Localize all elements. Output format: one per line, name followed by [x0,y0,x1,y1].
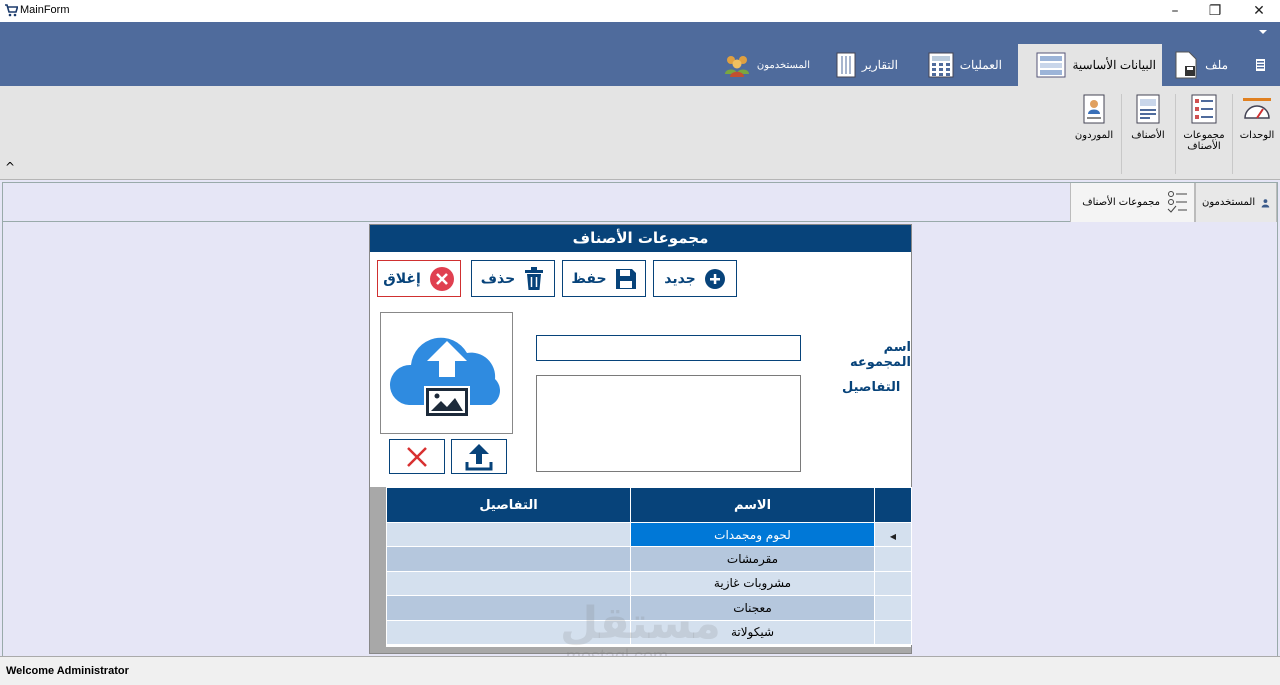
table-row[interactable]: شيكولاتة [386,619,912,645]
row-pointer-icon: ◀ [889,531,897,541]
restore-button[interactable]: ❐ [1192,0,1238,22]
cell-details[interactable] [386,619,631,645]
doc-tab-users[interactable]: المستخدمون [1195,183,1277,222]
basic-data-icon [1036,52,1066,78]
trash-icon [525,266,544,290]
app-menu-icon [1256,59,1265,71]
units-label: الوحدات [1239,130,1275,141]
details-textarea[interactable] [536,375,801,472]
table-row[interactable]: لحوم ومجمدات ◀ [386,521,912,548]
status-text: Welcome Administrator [6,665,129,677]
ribbon-panel: الوحدات مجموعات الأصناف الأصناف الموردون… [0,86,1280,180]
save-button-label: حفظ [571,270,607,287]
checklist-icon [1167,190,1187,213]
cell-details[interactable] [386,521,631,548]
group-name-label: اسم المجموعه [849,340,911,370]
plus-circle-icon [704,268,725,289]
group-name-input[interactable] [536,335,801,361]
save-button[interactable]: حفظ [562,260,646,297]
status-bar: Welcome Administrator [0,656,1280,685]
row-selector[interactable]: ◀ [874,521,912,548]
row-selector[interactable] [874,546,912,572]
tab-reports[interactable]: التقارير [834,44,904,86]
new-button[interactable]: جديد [653,260,737,297]
column-header-name[interactable]: الاسم [630,487,875,523]
tab-operations[interactable]: العمليات [926,44,1008,86]
column-header-details[interactable]: التفاصيل [386,487,631,523]
items-button[interactable]: الأصناف [1126,94,1170,141]
application-menu-button[interactable] [1246,44,1274,86]
cart-icon [5,4,18,17]
list-icon [1191,94,1217,124]
report-icon [836,52,856,78]
delete-button-label: حذف [480,270,516,287]
suppliers-label: الموردون [1074,130,1114,141]
table-row[interactable]: معجنات [386,595,912,621]
doc-tab-users-label: المستخدمون [1202,197,1256,208]
row-header-corner [874,487,912,523]
cell-name[interactable]: مشروبات غازية [630,570,875,597]
tab-users-label: المستخدمون [756,59,810,71]
units-button[interactable]: الوحدات [1236,94,1278,141]
table-row[interactable]: مشروبات غازية [386,570,912,597]
cell-details[interactable] [386,570,631,597]
tab-file[interactable]: ملف [1164,44,1234,86]
details-label: التفاصيل [842,380,901,395]
file-save-icon [1175,51,1197,79]
cell-name[interactable]: شيكولاتة [630,619,875,645]
row-selector[interactable] [874,619,912,645]
document-tab-bar: المستخدمون مجموعات الأصناف [2,182,1278,222]
tab-basic-data[interactable]: البيانات الأساسية [1018,44,1162,86]
groups-grid: التفاصيل الاسم لحوم ومجمدات ◀ مقرمشات مش… [370,487,912,653]
image-preview [380,312,513,434]
x-icon [407,446,427,467]
form-title: مجموعات الأصناف [370,225,911,252]
tab-basic-data-label: البيانات الأساسية [1072,58,1156,72]
contact-card-icon [1083,94,1105,124]
floppy-disk-icon [615,268,636,289]
user-icon [1261,198,1270,207]
cell-name[interactable]: معجنات [630,595,875,621]
item-groups-form: مجموعات الأصناف جديد حفظ حذف إغلاق اسم ا… [369,224,912,654]
doc-tab-item-groups[interactable]: مجموعات الأصناف [1070,183,1195,222]
close-form-button[interactable]: إغلاق [377,260,461,297]
delete-button[interactable]: حذف [471,260,555,297]
item-groups-label: مجموعات الأصناف [1183,130,1225,152]
cell-details[interactable] [386,546,631,572]
tab-operations-label: العمليات [959,58,1002,72]
item-groups-button[interactable]: مجموعات الأصناف [1180,94,1228,152]
close-circle-icon [429,266,454,291]
document-icon [1136,94,1160,124]
cell-details[interactable] [386,595,631,621]
ribbon-separator [1232,94,1233,174]
close-window-button[interactable]: ✕ [1236,0,1280,22]
ribbon-dropdown-icon[interactable] [1258,29,1268,35]
new-button-label: جديد [664,270,696,287]
cell-name[interactable]: لحوم ومجمدات [630,521,875,548]
cloud-upload-image-icon [389,337,500,418]
upload-image-button[interactable] [451,439,507,474]
cell-name[interactable]: مقرمشات [630,546,875,572]
ribbon-collapse-button[interactable]: ^ [5,160,15,174]
suppliers-button[interactable]: الموردون [1072,94,1116,141]
gauge-icon [1243,98,1271,119]
close-form-button-label: إغلاق [383,270,421,287]
row-selector[interactable] [874,595,912,621]
row-selector[interactable] [874,570,912,597]
ribbon-separator [1175,94,1176,174]
calculator-icon [928,52,954,78]
upload-icon [465,443,493,470]
title-bar: MainForm – ❐ ✕ [0,0,1280,22]
remove-image-button[interactable] [389,439,445,474]
users-group-icon [724,56,749,77]
ribbon-separator [1121,94,1122,174]
items-label: الأصناف [1131,130,1165,141]
tab-reports-label: التقارير [861,58,898,72]
table-row[interactable]: مقرمشات [386,546,912,572]
ribbon-tab-bar: ملف البيانات الأساسية العمليات التقارير … [0,22,1280,86]
tab-file-label: ملف [1205,58,1228,72]
tab-users[interactable]: المستخدمون [720,44,816,86]
doc-tab-item-groups-label: مجموعات الأصناف [1082,197,1160,208]
window-title: MainForm [20,4,70,16]
